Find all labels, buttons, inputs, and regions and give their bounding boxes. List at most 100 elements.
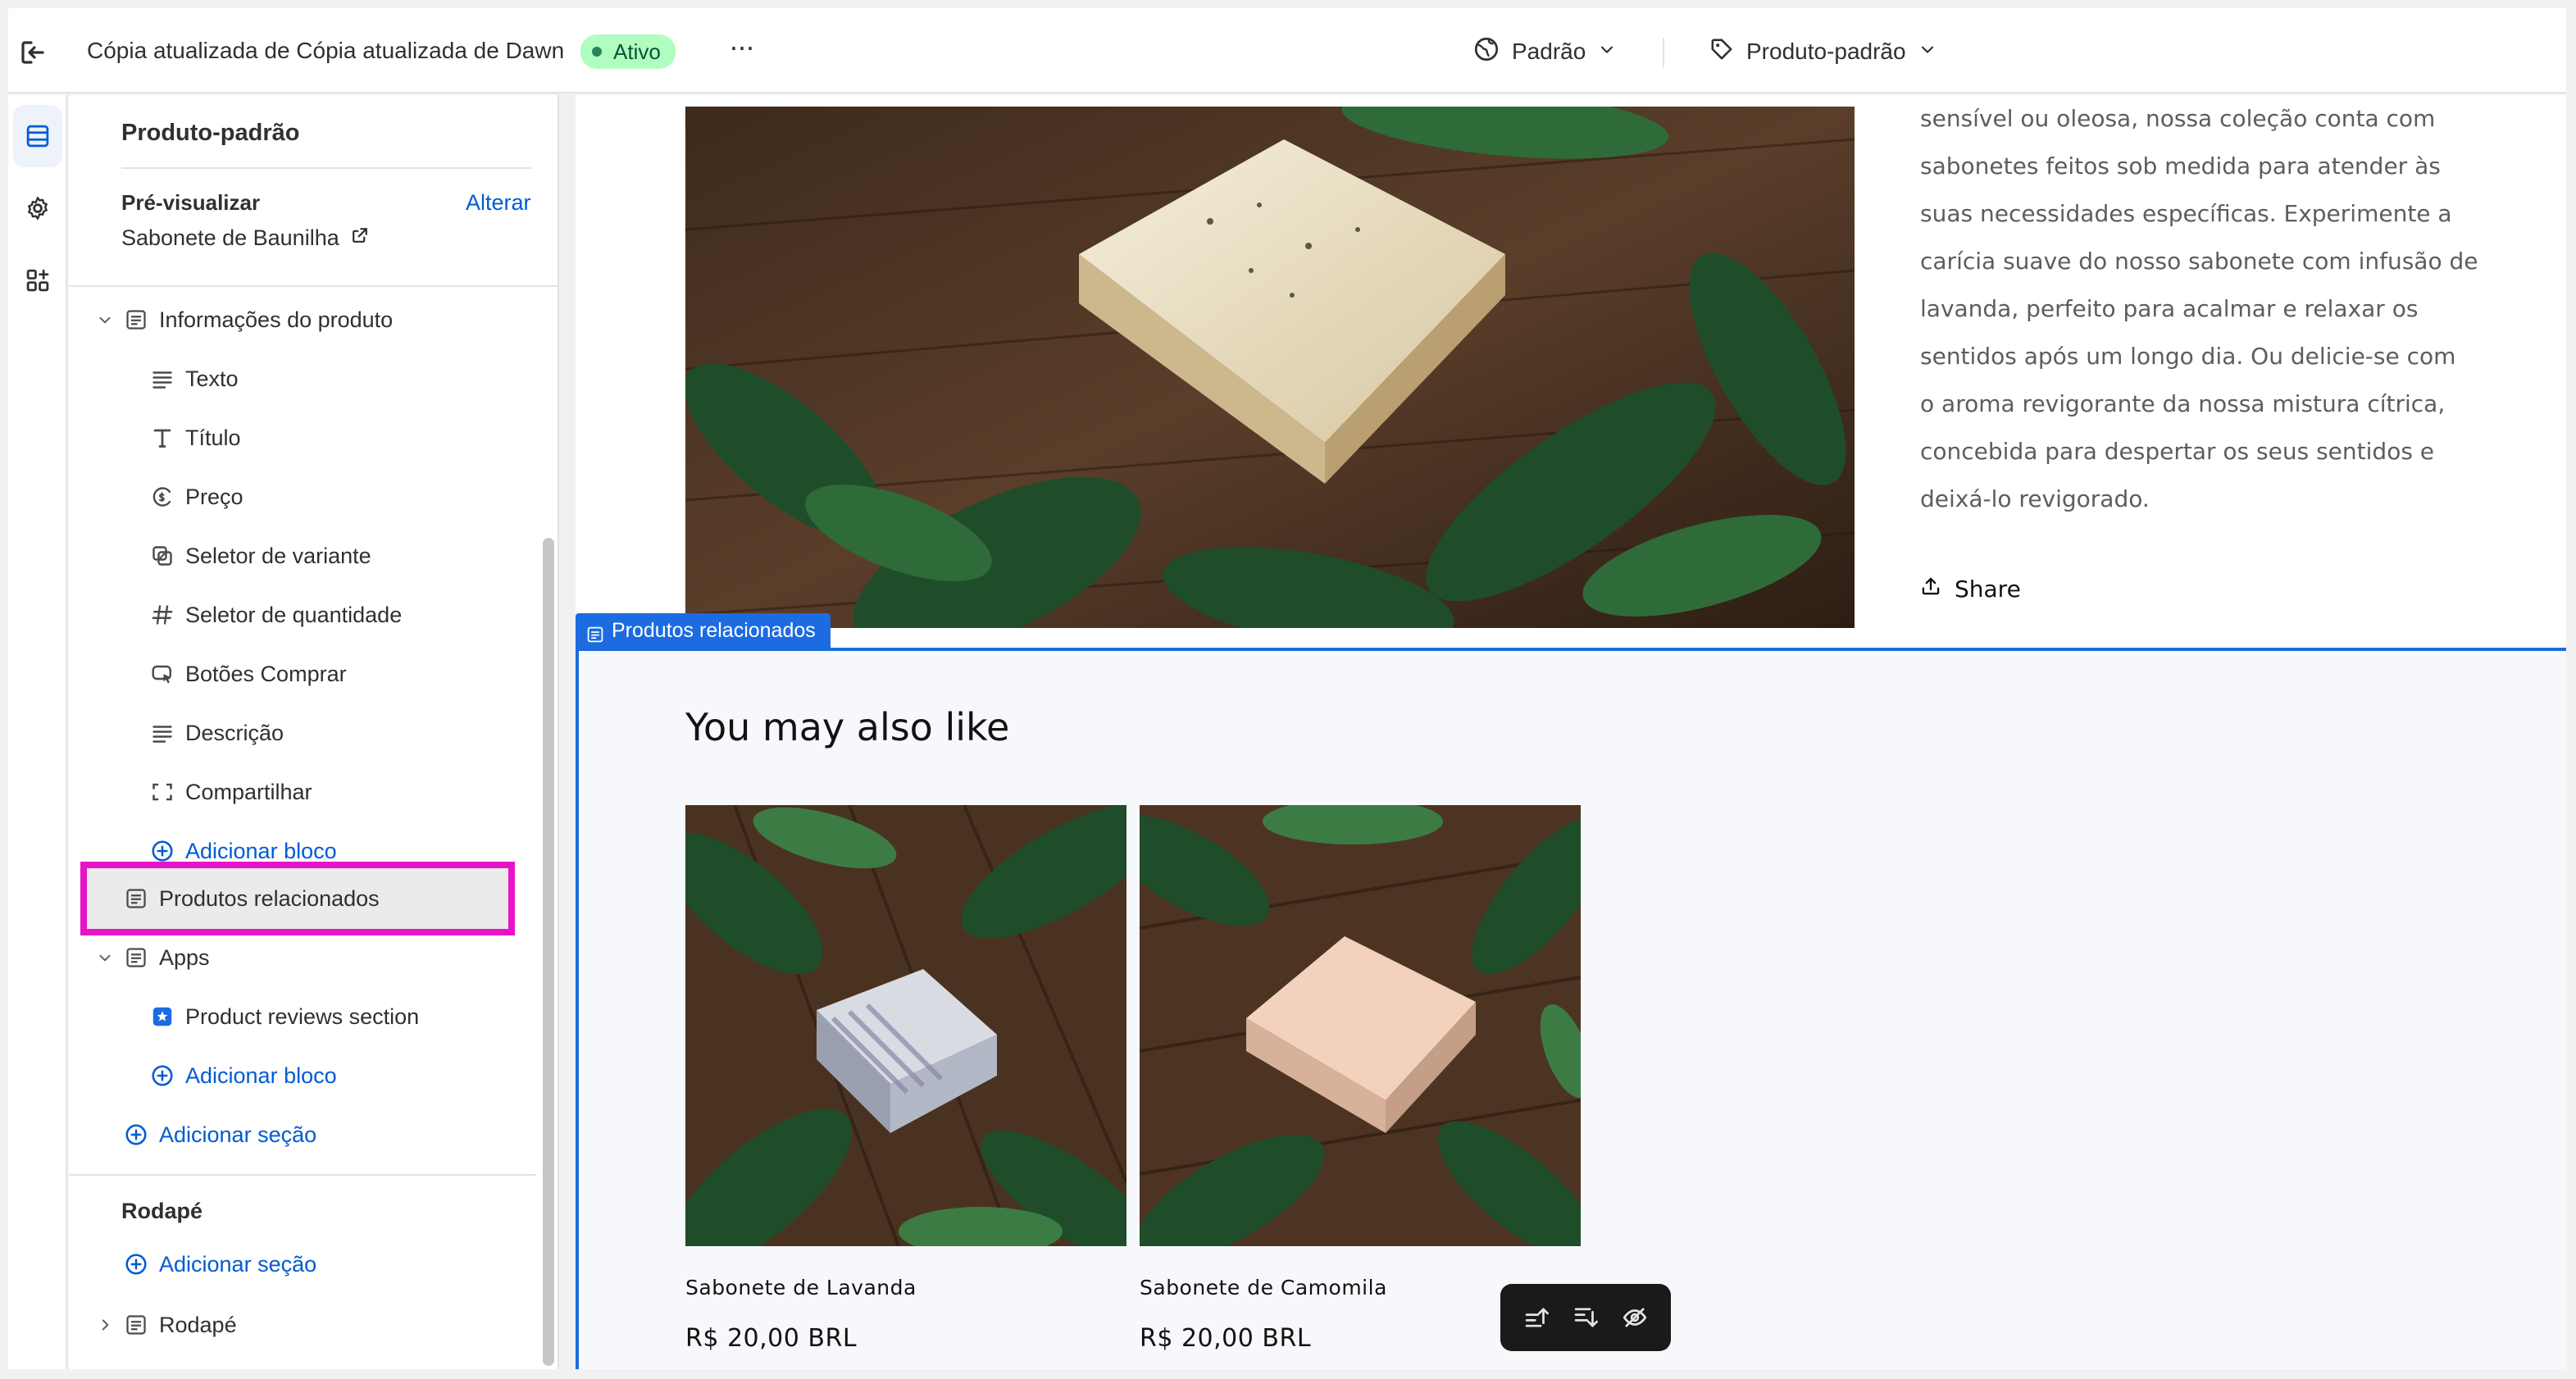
globe-icon [1472,35,1500,69]
tree-section-related-products[interactable]: Produtos relacionados [121,872,380,925]
title-icon [148,423,177,453]
tree-label: Produtos relacionados [159,885,380,911]
add-circle-icon [121,1249,151,1279]
product-card[interactable]: Sabonete de Lavanda R$ 20,00 BRL [685,805,1126,1353]
add-circle-icon [148,836,177,866]
template-selector-label: Produto-padrão [1746,39,1906,64]
theme-title: Cópia atualizada de Cópia atualizada de … [87,38,565,63]
tree-label: Compartilhar [185,779,312,804]
product-description: sensível ou oleosa, nossa coleção conta … [1920,95,2510,523]
buy-button-icon [148,659,177,689]
tree-label: Rodapé [159,1312,237,1337]
product-card[interactable]: Sabonete de Camomila R$ 20,00 BRL [1140,805,1581,1353]
tree-label: Adicionar seção [159,1251,317,1277]
preview-product-name: Sabonete de Baunilha [121,225,339,250]
tree-block-variant-picker[interactable]: Seletor de variante [148,530,371,582]
section-icon [121,943,151,972]
add-block-button[interactable]: Adicionar bloco [148,1049,337,1102]
text-icon [148,364,177,394]
tree-block-price[interactable]: Preço [148,471,243,523]
change-preview-link[interactable]: Alterar [466,190,531,216]
hash-icon [148,600,177,630]
tree-label: Seletor de variante [185,543,371,568]
related-heading: You may also like [685,705,1010,749]
product-card-image[interactable] [1140,805,1581,1246]
product-main-image [685,107,1855,628]
divider [69,285,558,287]
section-icon [121,1310,151,1340]
add-section-button[interactable]: Adicionar seção [121,1108,316,1161]
tree-block-title[interactable]: Título [148,412,241,464]
related-products-section[interactable]: You may also like Sabonete de Lavanda R$… [576,648,2566,1369]
share-frame-icon [148,777,177,807]
tree-label: Preço [185,484,243,509]
price-icon [148,482,177,512]
tree-label: Descrição [185,720,284,745]
editor-sidebar: Produto-padrão Pré-visualizar Alterar Sa… [69,95,559,1369]
hide-eye-icon[interactable] [1617,1299,1653,1336]
template-name: Produto-padrão [121,120,300,146]
tree-block-description[interactable]: Descrição [148,707,284,759]
tree-label: Seletor de quantidade [185,602,403,627]
tree-label: Botões Comprar [185,661,347,686]
tree-block-share[interactable]: Compartilhar [148,766,312,818]
chevron-down-icon [1597,39,1617,65]
chevron-right-icon[interactable] [95,1315,115,1335]
tree-section-product-info[interactable]: Informações do produto [121,294,393,346]
product-card-image[interactable] [685,805,1126,1246]
add-footer-section-button[interactable]: Adicionar seção [121,1238,316,1290]
chevron-down-icon [1918,39,1937,65]
add-circle-icon [148,1061,177,1090]
description-line: carícia suave do nosso sabonete com infu… [1920,248,2478,275]
tree-label: Adicionar bloco [185,1063,337,1088]
preview-label: Pré-visualizar [121,190,261,215]
section-icon [585,621,605,655]
tree-block-quantity[interactable]: Seletor de quantidade [148,589,402,641]
external-link-icon [349,225,371,252]
tag-icon [1709,36,1735,68]
chevron-down-icon[interactable] [95,948,115,967]
description-icon [148,718,177,748]
description-line: sabonetes feitos sob medida para atender… [1920,152,2441,180]
tree-block-product-reviews[interactable]: Product reviews section [148,990,419,1043]
market-selector[interactable]: Padrão [1472,31,1617,72]
description-line: deixá-lo revigorado. [1920,485,2150,512]
chevron-down-icon[interactable] [95,310,115,330]
product-card-name[interactable]: Sabonete de Lavanda [685,1276,1126,1299]
tree-block-text[interactable]: Texto [148,353,239,405]
settings-gear-icon[interactable] [13,177,62,239]
tree-block-buy-buttons[interactable]: Botões Comprar [148,648,347,700]
tree-section-footer[interactable]: Rodapé [121,1299,237,1351]
move-down-icon[interactable] [1568,1299,1604,1336]
status-badge: Ativo [580,34,676,69]
share-label: Share [1955,576,2021,603]
upload-share-icon [1920,576,1941,603]
section-label-tag[interactable]: Produtos relacionados [576,613,831,648]
tree-label: Informações do produto [159,307,394,332]
apps-icon[interactable] [13,249,62,312]
exit-icon[interactable] [16,36,49,69]
preview-product[interactable]: Sabonete de Baunilha [121,225,371,252]
move-up-icon[interactable] [1518,1299,1554,1336]
share-button[interactable]: Share [1920,576,2021,603]
tree-label: Título [185,425,241,450]
section-floating-toolbar [1500,1284,1671,1351]
divider [69,1174,536,1176]
sections-icon[interactable] [13,105,62,167]
description-line: concebida para despertar os seus sentido… [1920,438,2435,465]
variant-icon [148,541,177,571]
tree-label: Adicionar seção [159,1122,317,1147]
add-block-button[interactable]: Adicionar bloco [148,825,337,877]
footer-group-label: Rodapé [121,1199,203,1223]
sidebar-scrollbar[interactable] [543,538,554,1366]
more-actions-button[interactable]: ··· [721,32,761,69]
topbar-divider [1663,38,1664,67]
section-tag-label: Produtos relacionados [612,619,816,642]
add-circle-icon [121,1120,151,1149]
product-card-price: R$ 20,00 BRL [685,1324,858,1353]
tree-label: Texto [185,366,239,391]
tree-section-apps[interactable]: Apps [121,931,210,984]
market-selector-label: Padrão [1512,39,1586,64]
app-icon [148,1002,177,1031]
template-selector[interactable]: Produto-padrão [1709,31,1937,72]
